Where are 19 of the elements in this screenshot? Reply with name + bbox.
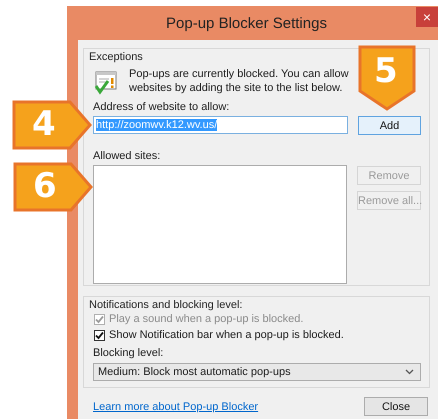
allowed-sites-list[interactable]	[93, 165, 347, 284]
group-legend: Notifications and blocking level:	[89, 299, 421, 311]
address-field[interactable]: http://zoomwv.k12.wv.us/	[93, 116, 348, 134]
blocking-level-dropdown[interactable]: Medium: Block most automatic pop-ups	[93, 363, 421, 381]
close-button[interactable]: ×	[416, 7, 438, 27]
window-title: Pop-up Blocker Settings	[165, 14, 328, 32]
field-label: Address of website to allow:	[93, 100, 230, 114]
info-text: websites by adding the site to the list below.	[129, 81, 344, 95]
field-label: Allowed sites:	[93, 149, 162, 163]
checkbox[interactable]	[94, 330, 105, 340]
option-label: Show Notification bar when a pop-up is blocked.	[109, 329, 344, 341]
field-label: Blocking level:	[93, 346, 164, 360]
chevron-down-icon	[405, 369, 414, 375]
popup-blocked-icon	[93, 70, 119, 96]
help-link[interactable]: Learn more about Pop-up Blocker	[93, 400, 258, 412]
option-label: Play a sound when a pop-up is blocked.	[109, 313, 304, 325]
close-dialog-button[interactable]: Close	[364, 397, 428, 416]
info-text: Pop-ups are currently blocked. You can allow	[129, 67, 349, 81]
add-button[interactable]: Add	[358, 116, 421, 135]
